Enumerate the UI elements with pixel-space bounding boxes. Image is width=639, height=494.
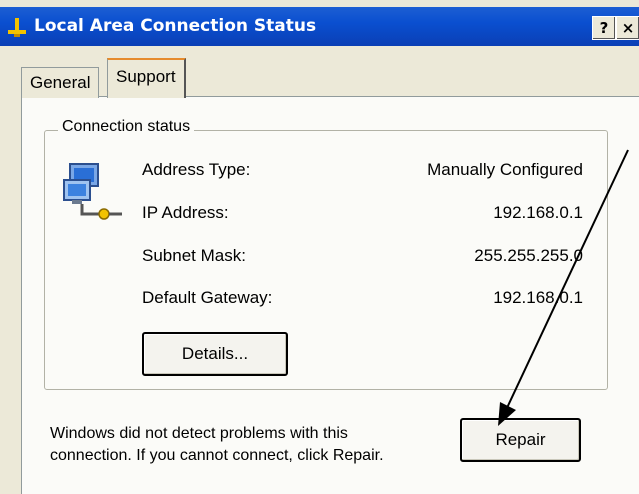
repair-button[interactable]: Repair: [460, 418, 581, 462]
tab-support[interactable]: Support: [107, 58, 186, 98]
address-type-value: Manually Configured: [427, 160, 583, 179]
details-button[interactable]: Details...: [142, 332, 288, 376]
connection-status-legend: Connection status: [58, 118, 195, 136]
close-button[interactable]: ×: [616, 16, 639, 40]
help-button[interactable]: ?: [592, 16, 616, 40]
ip-address-label: IP Address:: [142, 203, 229, 222]
network-icon: [8, 18, 26, 37]
diagnostic-message: Windows did not detect problems with thi…: [50, 425, 384, 464]
window-title: Local Area Connection Status: [34, 16, 317, 36]
subnet-mask-value: 255.255.255.0: [474, 246, 583, 265]
address-type-label: Address Type:: [142, 160, 251, 179]
ip-address-value: 192.168.0.1: [493, 203, 583, 222]
dialog-window: Local Area Connection Status ? × General…: [0, 0, 639, 494]
tab-general[interactable]: General: [21, 67, 100, 98]
default-gateway-label: Default Gateway:: [142, 288, 273, 307]
default-gateway-value: 192.168.0.1: [493, 288, 583, 307]
title-bar[interactable]: Local Area Connection Status ? ×: [0, 7, 639, 46]
network-connection-icon: [63, 163, 122, 220]
subnet-mask-label: Subnet Mask:: [142, 246, 246, 265]
